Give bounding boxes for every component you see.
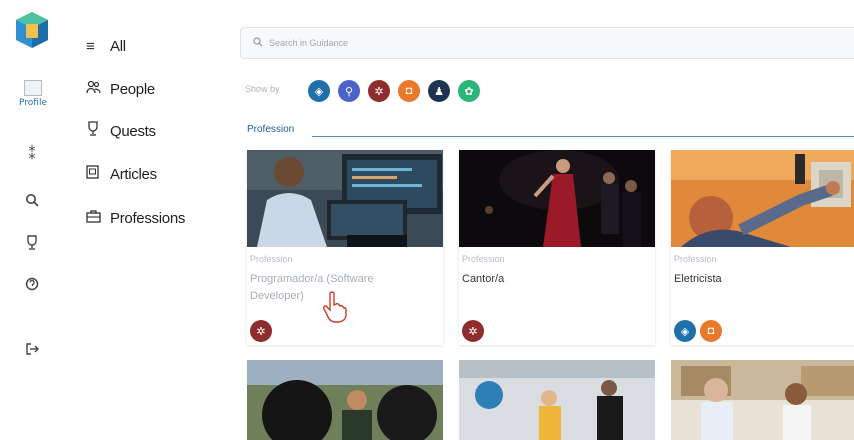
section-title: Profession [247, 124, 295, 135]
filter-label: Show by [245, 84, 280, 94]
card-kind: Profession [462, 254, 505, 264]
nature-filter-icon[interactable]: ✿ [458, 80, 480, 102]
menu-item-label: Quests [110, 122, 156, 140]
search-placeholder: Search in Guidance [269, 38, 349, 48]
card-tags: ✲ [250, 320, 272, 342]
compass-tag-icon: ◈ [674, 320, 696, 342]
search-filter-icon[interactable]: ⚲ [338, 80, 360, 102]
profession-card[interactable] [671, 360, 854, 440]
trophy-icon [86, 121, 110, 141]
logout-icon[interactable] [20, 337, 44, 361]
profession-card[interactable]: Profession Eletricista ◈ ◘ [671, 150, 854, 345]
people-icon [86, 80, 110, 98]
card-tags: ✲ [462, 320, 484, 342]
art-filter-icon[interactable]: ✲ [368, 80, 390, 102]
profile-link[interactable]: Profile [8, 80, 58, 108]
card-title[interactable]: Cantor/a [462, 271, 632, 288]
card-image [671, 150, 854, 247]
card-image [459, 150, 655, 247]
card-title[interactable]: Eletricista [674, 271, 844, 288]
article-icon [86, 165, 110, 183]
profile-label: Profile [19, 98, 47, 108]
person-filter-icon[interactable]: ♟ [428, 80, 450, 102]
profession-card[interactable]: Profession Cantor/a ✲ [459, 150, 655, 345]
help-icon[interactable] [20, 272, 44, 296]
menu-item-articles[interactable]: Articles [86, 162, 157, 186]
shield-tag-icon: ◘ [700, 320, 722, 342]
shield-filter-icon[interactable]: ◘ [398, 80, 420, 102]
menu-item-label: Articles [110, 165, 157, 183]
search-input[interactable]: Search in Guidance [240, 27, 854, 59]
profession-card[interactable] [459, 360, 655, 440]
menu-item-label: Professions [110, 209, 186, 227]
list-icon: ≡ [86, 37, 95, 55]
briefcase-icon [86, 209, 110, 227]
section-divider [312, 136, 854, 137]
profession-card[interactable] [247, 360, 443, 440]
avatar [24, 80, 42, 96]
menu-item-label: People [110, 80, 155, 98]
app-logo-icon[interactable] [14, 10, 50, 50]
card-image [247, 360, 443, 440]
left-rail: Profile ⁑ [0, 0, 66, 432]
card-tags: ◈ ◘ [674, 320, 722, 342]
card-kind: Profession [250, 254, 293, 264]
menu-item-all[interactable]: ≡ All [86, 34, 126, 58]
menu-item-label: All [110, 37, 126, 55]
card-image [247, 150, 443, 247]
search-icon [253, 36, 263, 50]
trophy-icon[interactable] [20, 231, 44, 255]
hand-cursor-icon [323, 291, 347, 323]
apps-icon[interactable]: ⁑ [20, 142, 44, 166]
card-image [459, 360, 655, 440]
compass-filter-icon[interactable]: ◈ [308, 80, 330, 102]
art-tag-icon: ✲ [250, 320, 272, 342]
search-icon[interactable] [20, 188, 44, 212]
card-image [671, 360, 854, 440]
menu-item-professions[interactable]: Professions [86, 206, 185, 230]
card-kind: Profession [674, 254, 717, 264]
menu-item-quests[interactable]: Quests [86, 119, 156, 143]
menu-item-people[interactable]: People [86, 77, 155, 101]
art-tag-icon: ✲ [462, 320, 484, 342]
